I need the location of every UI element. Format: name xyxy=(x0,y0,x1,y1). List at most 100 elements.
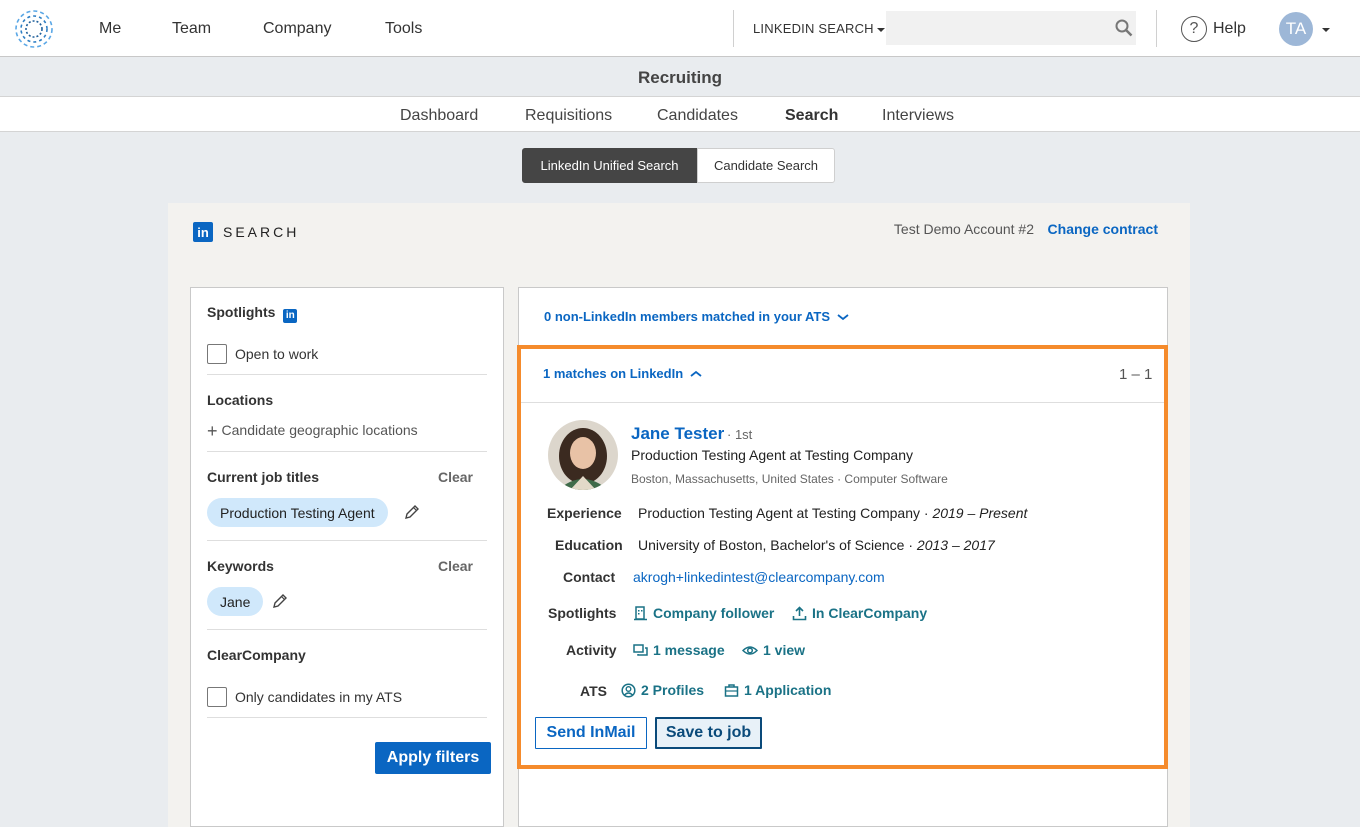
experience-value: Production Testing Agent at Testing Comp… xyxy=(638,505,1027,521)
plus-icon: + xyxy=(207,421,218,441)
eye-icon xyxy=(742,645,758,655)
chevron-up-icon xyxy=(690,370,702,377)
profiles-label: 2 Profiles xyxy=(641,682,705,698)
search-mode-dropdown[interactable]: LINKEDIN SEARCH xyxy=(753,21,885,36)
filters-sidebar: Spotlights in Open to work Locations + Ca… xyxy=(190,287,504,827)
spotlights-label: Spotlights xyxy=(548,605,617,621)
experience-dates: 2019 – Present xyxy=(932,505,1028,521)
candidate-location-industry: Boston, Massachusetts, United States · C… xyxy=(631,472,948,486)
pencil-icon[interactable] xyxy=(404,504,420,520)
messages-label: 1 message xyxy=(653,642,725,658)
in-clearcompany-link[interactable]: In ClearCompany xyxy=(792,605,927,621)
tab-candidates[interactable]: Candidates xyxy=(657,107,738,125)
chevron-down-icon xyxy=(876,27,885,32)
nav-tools[interactable]: Tools xyxy=(385,20,422,38)
only-ats-checkbox[interactable] xyxy=(207,687,227,707)
divider xyxy=(207,540,487,541)
highlight-box xyxy=(517,345,1168,769)
open-to-work-checkbox[interactable] xyxy=(207,344,227,364)
section-tabs: Dashboard Requisitions Candidates Search… xyxy=(0,97,1360,132)
send-inmail-button[interactable]: Send InMail xyxy=(535,717,647,749)
candidate-search-toggle[interactable]: Candidate Search xyxy=(697,148,835,183)
divider xyxy=(207,629,487,630)
candidate-headline: Production Testing Agent at Testing Comp… xyxy=(631,447,913,463)
linkedin-icon: in xyxy=(283,308,298,323)
apply-filters-button[interactable]: Apply filters xyxy=(375,742,491,774)
linkedin-matches-label: 1 matches on LinkedIn xyxy=(543,366,684,381)
ats-label: ATS xyxy=(580,683,607,699)
divider xyxy=(207,374,487,375)
clearcompany-heading: ClearCompany xyxy=(207,647,306,663)
clear-keywords-button[interactable]: Clear xyxy=(438,558,473,574)
user-circle-icon xyxy=(621,682,636,698)
result-range: 1 – 1 xyxy=(1119,366,1153,383)
tab-requisitions[interactable]: Requisitions xyxy=(525,107,612,125)
add-location-label: Candidate geographic locations xyxy=(221,422,418,438)
experience-label: Experience xyxy=(547,505,622,521)
linkedin-logo: in xyxy=(193,222,213,242)
nav-divider xyxy=(733,10,734,47)
open-to-work-label: Open to work xyxy=(235,346,319,362)
in-clearcompany-label: In ClearCompany xyxy=(812,605,928,621)
company-follower-label: Company follower xyxy=(653,605,775,621)
building-icon xyxy=(634,605,647,620)
only-ats-label: Only candidates in my ATS xyxy=(235,689,403,705)
help-link[interactable]: ? Help xyxy=(1181,15,1246,42)
nav-team[interactable]: Team xyxy=(172,20,211,38)
message-icon xyxy=(633,643,648,656)
education-value: University of Boston, Bachelor's of Scie… xyxy=(638,537,995,553)
views-label: 1 view xyxy=(763,642,806,658)
nav-company[interactable]: Company xyxy=(263,20,331,38)
spotlights-heading: Spotlights in xyxy=(207,304,298,323)
nav-divider xyxy=(1156,10,1157,47)
keywords-heading: Keywords xyxy=(207,558,274,574)
clearcompany-logo[interactable] xyxy=(13,8,55,50)
add-location-button[interactable]: + Candidate geographic locations xyxy=(207,421,418,442)
contact-email-link[interactable]: akrogh+linkedintest@clearcompany.com xyxy=(633,569,885,585)
linkedin-unified-search-toggle[interactable]: LinkedIn Unified Search xyxy=(522,148,697,183)
user-avatar[interactable]: TA xyxy=(1279,12,1313,46)
contact-label: Contact xyxy=(563,569,616,585)
search-icon[interactable] xyxy=(1115,19,1133,37)
applications-link[interactable]: 1 Application xyxy=(724,682,831,698)
help-icon: ? xyxy=(1181,15,1207,42)
global-search-input[interactable] xyxy=(886,11,1136,45)
save-to-job-button[interactable]: Save to job xyxy=(655,717,762,749)
profiles-link[interactable]: 2 Profiles xyxy=(621,682,704,698)
help-label: Help xyxy=(1213,19,1246,37)
candidate-photo[interactable] xyxy=(548,420,618,490)
linkedin-matches-toggle[interactable]: 1 matches on LinkedIn xyxy=(543,366,702,381)
experience-text: Production Testing Agent at Testing Comp… xyxy=(638,505,933,521)
divider xyxy=(207,451,487,452)
panel-title: SEARCH xyxy=(223,224,300,240)
account-name: Test Demo Account #2 xyxy=(893,221,1034,237)
divider xyxy=(521,402,1164,403)
ats-matches-toggle[interactable]: 0 non-LinkedIn members matched in your A… xyxy=(544,309,849,324)
education-text: University of Boston, Bachelor's of Scie… xyxy=(638,537,917,553)
job-title-pill[interactable]: Production Testing Agent xyxy=(207,498,388,527)
clear-job-titles-button[interactable]: Clear xyxy=(438,469,473,485)
chevron-down-icon[interactable] xyxy=(1322,28,1330,32)
education-dates: 2013 – 2017 xyxy=(916,537,995,553)
tab-search[interactable]: Search xyxy=(785,107,838,125)
upload-icon xyxy=(792,605,807,620)
briefcase-icon xyxy=(724,683,739,697)
locations-heading: Locations xyxy=(207,392,274,408)
education-label: Education xyxy=(555,537,623,553)
applications-label: 1 Application xyxy=(744,682,832,698)
views-link[interactable]: 1 view xyxy=(742,642,805,658)
keyword-pill[interactable]: Jane xyxy=(207,587,264,616)
tab-interviews[interactable]: Interviews xyxy=(882,107,954,125)
spotlights-heading-text: Spotlights xyxy=(207,304,276,320)
section-header: Recruiting xyxy=(0,57,1360,97)
company-follower-link[interactable]: Company follower xyxy=(633,605,774,621)
pencil-icon[interactable] xyxy=(272,593,288,609)
activity-label: Activity xyxy=(566,642,617,658)
change-contract-link[interactable]: Change contract xyxy=(1048,221,1158,237)
ats-matches-label: 0 non-LinkedIn members matched in your A… xyxy=(544,309,831,324)
tab-dashboard[interactable]: Dashboard xyxy=(400,107,478,125)
messages-link[interactable]: 1 message xyxy=(633,642,725,658)
job-titles-heading: Current job titles xyxy=(207,469,320,485)
candidate-name-link[interactable]: Jane Tester xyxy=(631,424,724,444)
nav-me[interactable]: Me xyxy=(99,20,121,38)
